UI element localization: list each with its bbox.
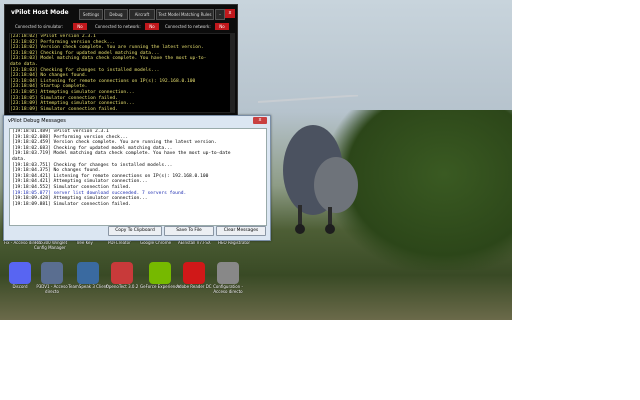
console-scrollbar[interactable]: [230, 34, 234, 112]
teamspeak-icon: [77, 262, 99, 284]
console-line: [23:18:03] Model matching data check com…: [10, 56, 207, 62]
desktop-icon-opentect[interactable]: OpenoTect 3.0.2: [102, 262, 142, 289]
desktop-icon-row: Discord P3DV1 - Acceso directo TeamSpeak 3…: [0, 262, 512, 308]
airplane-icon: [217, 262, 239, 284]
status-label-simulator: Connected to simulator:: [15, 24, 64, 29]
debug-messages-text[interactable]: [19:18:01.489] vPilot version 2.3.1 [19:1…: [9, 128, 267, 226]
console-line: [23:18:02] Version check complete. You a…: [10, 45, 204, 51]
desktop-top-label[interactable]: 767-300 Winglet Config Manager: [34, 240, 74, 250]
copy-to-clipboard-button[interactable]: Copy To Clipboard: [108, 226, 162, 236]
settings-button[interactable]: Settings: [79, 9, 103, 20]
host-window-title: vPilot Host Mode: [11, 9, 69, 16]
desktop-icon-p3d[interactable]: P3DV1 - Acceso directo: [32, 262, 72, 294]
status-label-network-2: Connected to network:: [165, 24, 211, 29]
clear-messages-button[interactable]: Clear Messages: [216, 226, 266, 236]
desktop-icon-label: Configuration - Acceso directo: [213, 284, 243, 294]
debug-messages-window: vPilot Debug Messages x [19:18:01.489] v…: [3, 115, 271, 241]
host-console-output[interactable]: [23:18:02] vPilot version 2.3.1 [23:18:02…: [9, 33, 235, 113]
minimize-button[interactable]: –: [215, 9, 225, 20]
discord-icon: [9, 262, 31, 284]
debug-close-button[interactable]: x: [253, 117, 267, 124]
debug-line: [19:18:09.881] Simulator connection fail…: [12, 201, 131, 207]
helicopter-image: [258, 95, 358, 234]
status-badge-network-2: No: [215, 23, 229, 30]
status-badge-network-1: No: [145, 23, 159, 30]
aircraft-button[interactable]: Aircraft: [129, 9, 155, 20]
save-to-file-button[interactable]: Save To File: [164, 226, 214, 236]
connection-status-row: Connected to simulator: No Connected to …: [9, 22, 233, 31]
vpilot-host-window: vPilot Host Mode Settings Debug Aircraft…: [4, 4, 238, 116]
test-model-matching-button[interactable]: Test Model Matching Rules: [156, 9, 214, 20]
debug-line: [19:18:03.719] Model matching data check…: [12, 151, 231, 157]
desktop-icon-airplane[interactable]: Configuration - Acceso directo: [208, 262, 248, 294]
status-badge-simulator: No: [73, 23, 87, 30]
status-label-network-1: Connected to network:: [95, 24, 141, 29]
debug-button[interactable]: Debug: [104, 9, 128, 20]
desktop-top-labels: Fix - Acceso directo 767-300 Winglet Conf…: [0, 240, 260, 256]
adobe-reader-icon: [183, 262, 205, 284]
console-line: [23:18:09] Simulator connection failed.: [10, 106, 118, 112]
debug-window-title: vPilot Debug Messages: [8, 118, 66, 124]
desktop-icon-label: P3DV1 - Acceso directo: [36, 284, 68, 294]
geforce-icon: [149, 262, 171, 284]
close-button[interactable]: x: [225, 9, 235, 18]
desktop-icon-label: OpenoTect 3.0.2: [105, 284, 139, 289]
opentect-icon: [111, 262, 133, 284]
p3d-icon: [41, 262, 63, 284]
